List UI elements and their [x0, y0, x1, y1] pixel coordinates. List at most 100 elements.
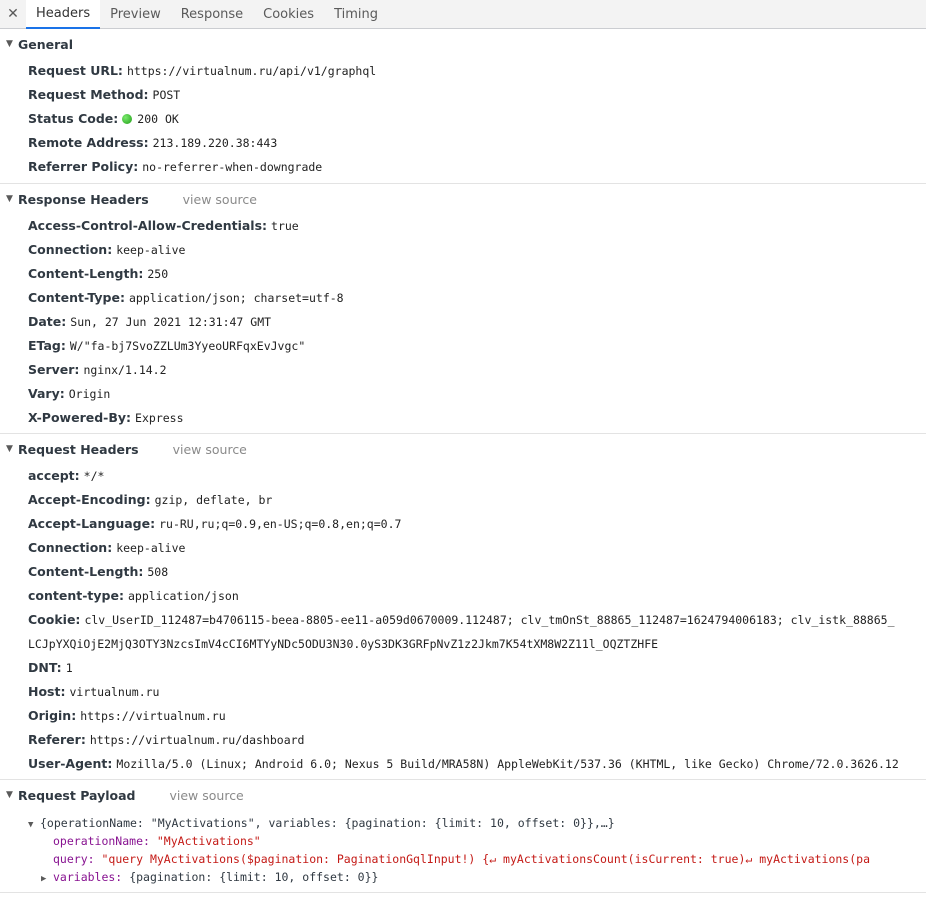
header-row: Host: virtualnum.ru — [0, 680, 926, 704]
header-key: Content-Type: — [28, 290, 125, 305]
header-value: Sun, 27 Jun 2021 12:31:47 GMT — [70, 315, 272, 329]
header-row: Date: Sun, 27 Jun 2021 12:31:47 GMT — [0, 310, 926, 334]
response-headers-section: ▼ Response Headers view source Access-Co… — [0, 184, 926, 434]
header-value: 213.189.220.38:443 — [152, 136, 278, 150]
payload-value: "MyActivations" — [156, 834, 261, 848]
header-value: POST — [152, 88, 181, 102]
response-headers-title: Response Headers — [18, 191, 149, 207]
header-key: Vary: — [28, 386, 65, 401]
header-value: ru-RU,ru;q=0.9,en-US;q=0.8,en;q=0.7 — [159, 517, 402, 531]
header-key: Content-Length: — [28, 564, 144, 579]
payload-key: operationName: — [53, 834, 150, 848]
status-green-dot-icon — [122, 114, 133, 124]
view-source-link[interactable]: view source — [183, 192, 257, 207]
tab-timing[interactable]: Timing — [324, 0, 388, 28]
header-row: Accept-Encoding: gzip, deflate, br — [0, 488, 926, 512]
expanded-triangle-icon[interactable]: ▼ — [6, 790, 18, 800]
header-key: Connection: — [28, 242, 113, 257]
header-value: https://virtualnum.ru/api/v1/graphql — [126, 64, 377, 78]
header-key: User-Agent: — [28, 756, 113, 771]
header-value: LCJpYXQiOjE2MjQ3OTY3NzcsImV4cCI6MTYyNDc5… — [28, 637, 659, 651]
header-key: Connection: — [28, 540, 113, 555]
expanded-triangle-icon[interactable]: ▼ — [6, 39, 18, 49]
header-value: virtualnum.ru — [69, 685, 160, 699]
header-value: nginx/1.14.2 — [83, 363, 167, 377]
header-row: Referer: https://virtualnum.ru/dashboard — [0, 728, 926, 752]
header-row-continuation: LCJpYXQiOjE2MjQ3OTY3NzcsImV4cCI6MTYyNDc5… — [0, 632, 926, 656]
header-value: 1 — [65, 661, 73, 675]
header-key: X-Powered-By: — [28, 410, 132, 425]
view-source-link[interactable]: view source — [173, 442, 247, 457]
header-row: DNT: 1 — [0, 656, 926, 680]
header-key: Host: — [28, 684, 66, 699]
header-value: 250 — [147, 267, 169, 281]
header-key: Referrer Policy: — [28, 159, 139, 174]
header-row: content-type: application/json — [0, 584, 926, 608]
expanded-triangle-icon[interactable]: ▼ — [28, 816, 40, 832]
header-value: 200 OK — [137, 112, 179, 126]
header-row: Server: nginx/1.14.2 — [0, 358, 926, 382]
close-icon[interactable]: ✕ — [0, 0, 26, 28]
header-row: Status Code: 200 OK — [0, 107, 926, 131]
header-row: Accept-Language: ru-RU,ru;q=0.9,en-US;q=0… — [0, 512, 926, 536]
payload-property-row: operationName: "MyActivations" — [0, 832, 926, 850]
general-section: ▼ General Request URL: https://virtualnum… — [0, 29, 926, 184]
request-headers-title: Request Headers — [18, 441, 139, 457]
header-key: Content-Length: — [28, 266, 144, 281]
header-key: Request Method: — [28, 87, 149, 102]
header-value: Express — [135, 411, 184, 425]
header-value: Mozilla/5.0 (Linux; Android 6.0; Nexus 5… — [116, 757, 899, 771]
header-value: gzip, deflate, br — [154, 493, 273, 507]
header-value: application/json; charset=utf-8 — [128, 291, 344, 305]
collapsed-triangle-icon[interactable]: ▶ — [41, 870, 53, 886]
request-payload-header[interactable]: ▼ Request Payload view source — [0, 780, 926, 810]
request-headers-header[interactable]: ▼ Request Headers view source — [0, 434, 926, 464]
header-key: Origin: — [28, 708, 77, 723]
header-value: W/"fa-bj7SvoZZLUm3YyeoURFqxEvJvgc" — [69, 339, 306, 353]
expanded-triangle-icon[interactable]: ▼ — [6, 194, 18, 204]
header-key: Accept-Language: — [28, 516, 156, 531]
tab-bar: ✕ Headers Preview Response Cookies Timin… — [0, 0, 926, 29]
header-value: keep-alive — [116, 243, 186, 257]
header-value: clv_UserID_112487=b4706115-beea-8805-ee1… — [84, 613, 895, 627]
tab-headers[interactable]: Headers — [26, 0, 101, 29]
payload-summary-row[interactable]: ▼ {operationName: "MyActivations", variab… — [0, 814, 926, 832]
header-row: Vary: Origin — [0, 382, 926, 406]
tab-cookies[interactable]: Cookies — [253, 0, 324, 28]
header-row: accept: */* — [0, 464, 926, 488]
payload-property-row[interactable]: ▶ variables: {pagination: {limit: 10, off… — [0, 868, 926, 886]
request-headers-section: ▼ Request Headers view source accept: */*… — [0, 434, 926, 780]
header-value: true — [271, 219, 299, 233]
general-title: General — [18, 36, 73, 52]
header-row: Content-Length: 508 — [0, 560, 926, 584]
expanded-triangle-icon[interactable]: ▼ — [6, 444, 18, 454]
header-key: accept: — [28, 468, 80, 483]
view-source-link[interactable]: view source — [169, 788, 243, 803]
header-value: */* — [83, 469, 105, 483]
header-row: Connection: keep-alive — [0, 536, 926, 560]
header-row: Request URL: https://virtualnum.ru/api/v1… — [0, 59, 926, 83]
header-row: ETag: W/"fa-bj7SvoZZLUm3YyeoURFqxEvJvgc" — [0, 334, 926, 358]
payload-value: {pagination: {limit: 10, offset: 0}} — [129, 870, 379, 884]
general-header[interactable]: ▼ General — [0, 29, 926, 59]
header-row: Origin: https://virtualnum.ru — [0, 704, 926, 728]
header-value: Origin — [68, 387, 111, 401]
header-key: Server: — [28, 362, 80, 377]
header-key: content-type: — [28, 588, 124, 603]
tab-preview[interactable]: Preview — [100, 0, 171, 28]
tab-response[interactable]: Response — [171, 0, 253, 28]
response-headers-header[interactable]: ▼ Response Headers view source — [0, 184, 926, 214]
header-value: application/json — [127, 589, 239, 603]
payload-property-row: query: "query MyActivations($pagination:… — [0, 850, 926, 868]
payload-value: "query MyActivations($pagination: Pagina… — [101, 852, 871, 866]
payload-key: query: — [53, 852, 95, 866]
header-row: Content-Type: application/json; charset=u… — [0, 286, 926, 310]
header-key: Status Code: — [28, 111, 119, 126]
header-row: Content-Length: 250 — [0, 262, 926, 286]
header-key: Remote Address: — [28, 135, 149, 150]
header-key: DNT: — [28, 660, 62, 675]
payload-summary: {operationName: "MyActivations", variabl… — [40, 816, 615, 830]
header-row: Remote Address: 213.189.220.38:443 — [0, 131, 926, 155]
header-value: no-referrer-when-downgrade — [142, 160, 323, 174]
header-row: X-Powered-By: Express — [0, 406, 926, 430]
